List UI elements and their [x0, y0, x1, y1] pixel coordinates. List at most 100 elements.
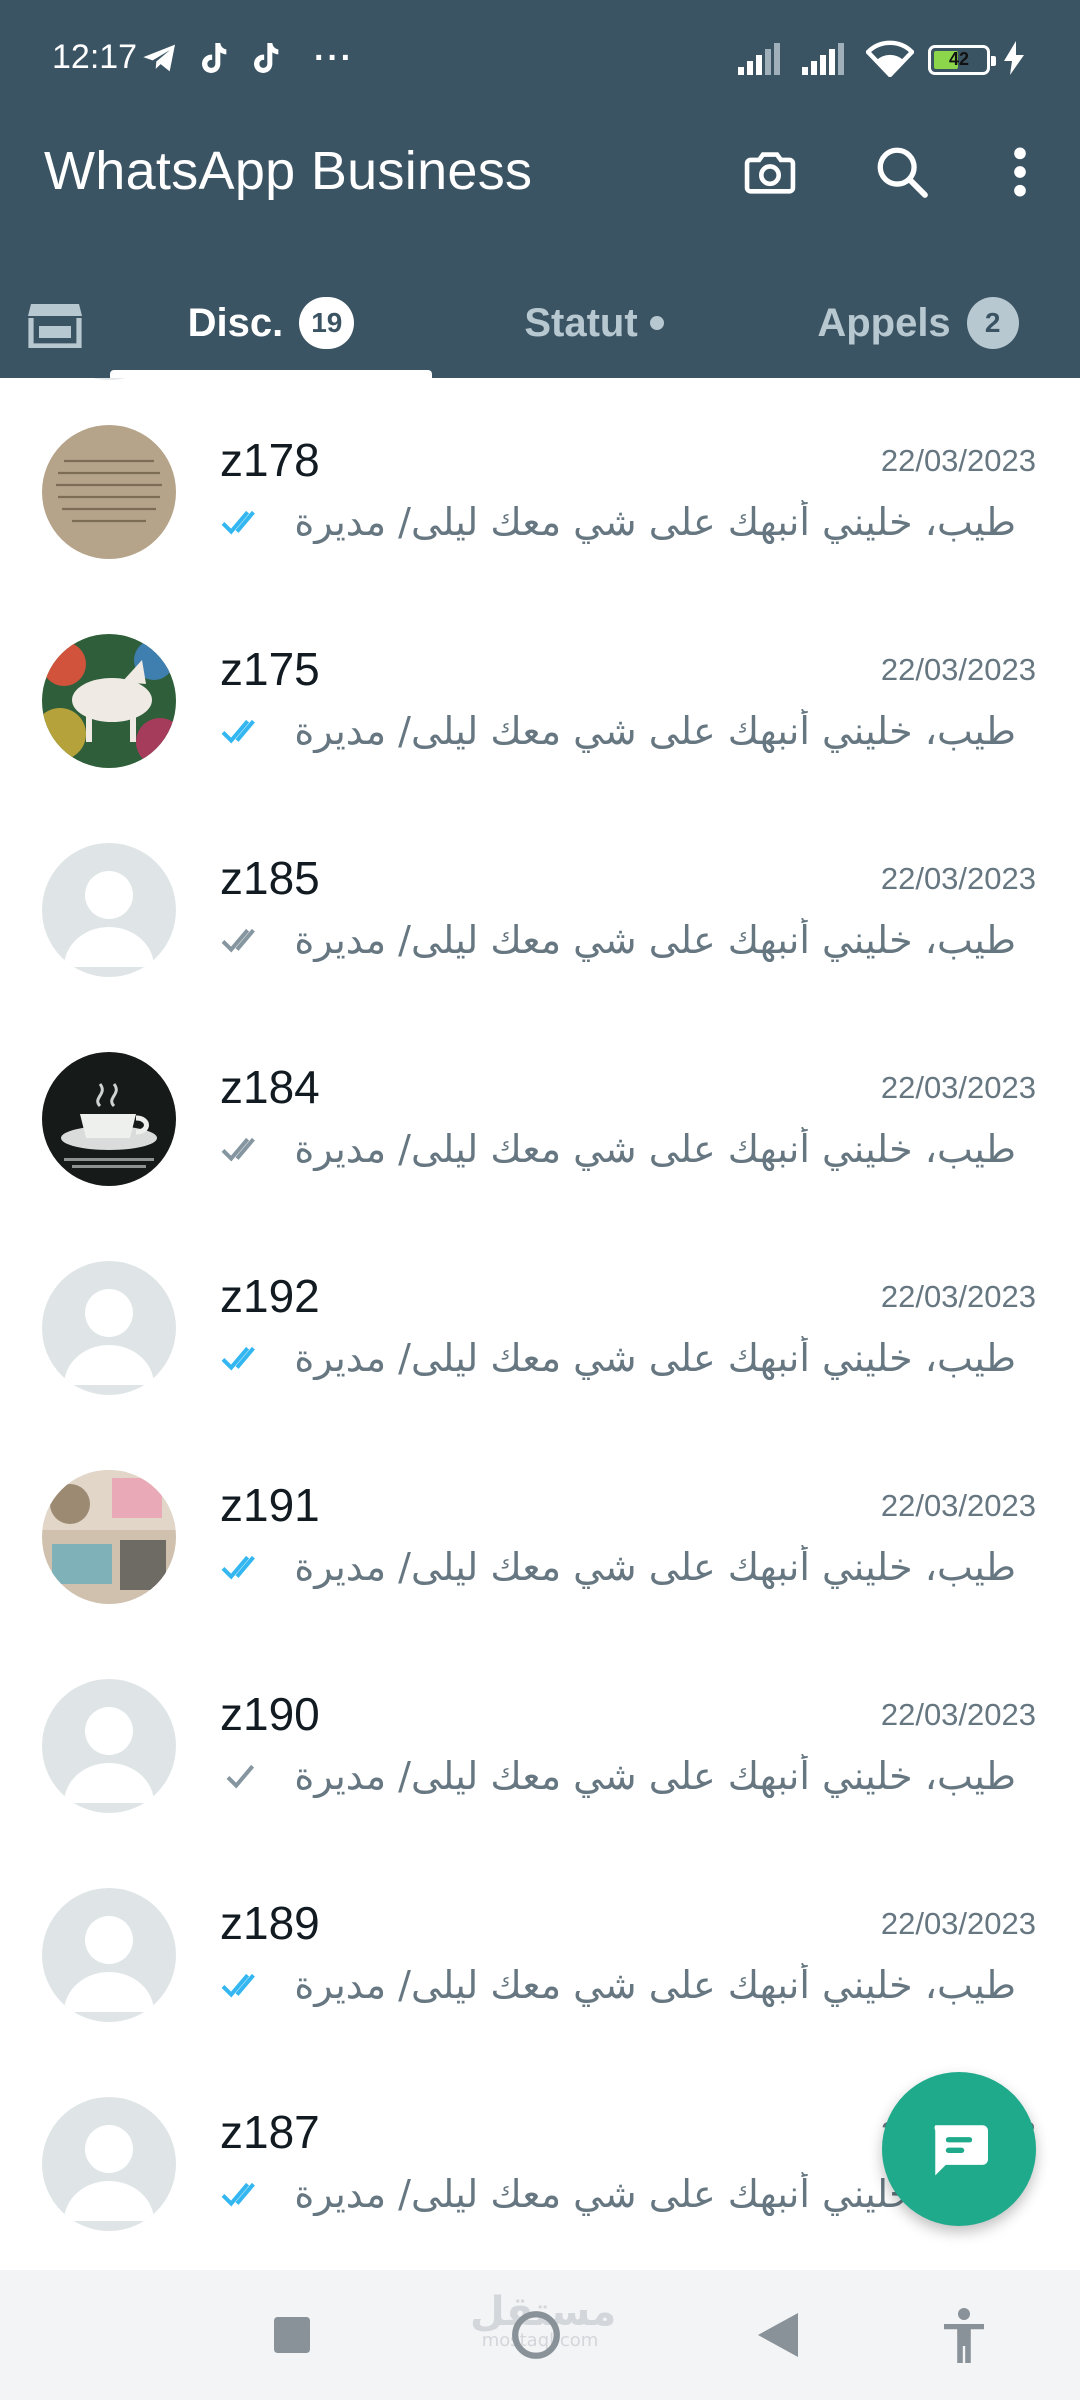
tab-label: Statut — [524, 300, 638, 345]
telegram-icon — [140, 38, 180, 78]
chat-list[interactable]: z178 22/03/2023 طيب، خليني أنبهك على شي مع… — [0, 378, 1080, 2270]
last-message-text: طيب، خليني أنبهك على شي معك ليلى/ مديرة … — [288, 1336, 1016, 1380]
contact-avatar[interactable] — [42, 1470, 176, 1604]
chat-preview: طيب، خليني أنبهك على شي معك ليلى/ مديرة … — [220, 1333, 1016, 1383]
chat-date: 22/03/2023 — [880, 1906, 1036, 1941]
battery-icon: 42 — [928, 45, 996, 75]
double-check-icon — [220, 716, 274, 746]
chat-name: z184 — [220, 1061, 320, 1113]
last-message-text: طيب، خليني أنبهك على شي معك ليلى/ مديرة … — [288, 1754, 1016, 1798]
default-avatar-icon[interactable] — [42, 2097, 176, 2231]
missed-calls-badge: 2 — [966, 297, 1019, 349]
double-check-icon — [220, 507, 274, 537]
status-time: 12:17 — [52, 38, 138, 76]
double-check-icon — [220, 2179, 274, 2209]
app-header: 12:17 ··· 42 WhatsApp Business Disc. 19 … — [0, 0, 1080, 378]
chat-preview: طيب، خليني أنبهك على شي معك ليلى/ مديرة … — [220, 1751, 1016, 1801]
chat-date: 22/03/2023 — [880, 1488, 1036, 1523]
new-status-dot — [649, 316, 664, 330]
signal-icon — [802, 41, 852, 80]
tab-discussions[interactable]: Disc. 19 — [110, 268, 432, 378]
last-message-text: طيب، خليني أنبهك على شي معك ليلى/ مديرة … — [288, 918, 1016, 962]
back-button[interactable] — [738, 2300, 818, 2370]
more-notifications-icon: ··· — [314, 38, 354, 77]
tab-statut[interactable]: Statut — [432, 268, 756, 378]
accessibility-button[interactable] — [924, 2300, 1004, 2370]
chat-name: z191 — [220, 1479, 320, 1531]
chat-row-partial[interactable] — [0, 378, 1080, 417]
double-check-icon — [220, 1970, 274, 2000]
chat-preview: طيب، خليني أنبهك على شي معك ليلى/ مديرة … — [220, 915, 1016, 965]
store-icon[interactable] — [20, 288, 90, 358]
default-avatar-icon[interactable] — [42, 1261, 176, 1395]
chat-row[interactable]: z185 22/03/2023 طيب، خليني أنبهك على شي مع… — [0, 835, 1080, 1044]
wifi-icon — [864, 39, 916, 82]
last-message-text: طيب، خليني أنبهك على شي معك ليلى/ مديرة … — [288, 709, 1016, 753]
home-button[interactable] — [496, 2300, 576, 2370]
chat-row[interactable]: z190 22/03/2023 طيب، خليني أنبهك على شي مع… — [0, 1671, 1080, 1880]
status-notification-icons: ··· — [140, 36, 354, 80]
contact-avatar[interactable] — [42, 425, 176, 559]
chat-preview: طيب، خليني أنبهك على شي معك ليلى/ مديرة … — [220, 1542, 1016, 1592]
app-title: WhatsApp Business — [44, 141, 533, 201]
new-chat-icon — [934, 2125, 988, 2176]
last-message-text: طيب، خليني أنبهك على شي معك ليلى/ مديرة … — [288, 1963, 1016, 2007]
square-icon — [274, 2317, 310, 2353]
chat-row[interactable]: z192 22/03/2023 طيب، خليني أنبهك على شي مع… — [0, 1253, 1080, 1462]
double-check-icon — [220, 1134, 274, 1164]
chat-row[interactable]: z189 22/03/2023 طيب، خليني أنبهك على شي مع… — [0, 1880, 1080, 2089]
double-check-icon — [220, 1552, 274, 1582]
chat-date: 22/03/2023 — [880, 1070, 1036, 1105]
chat-row[interactable]: z175 22/03/2023 طيب، خليني أنبهك على شي مع… — [0, 626, 1080, 835]
camera-icon[interactable] — [738, 140, 802, 204]
status-indicators: 42 — [738, 40, 1024, 80]
last-message-text: طيب، خليني أنبهك على شي معك ليلى/ مديرة … — [288, 500, 1016, 544]
chat-row[interactable]: z184 22/03/2023 طيب، خليني أنبهك على شي مع… — [0, 1044, 1080, 1253]
charging-icon — [1004, 40, 1024, 80]
chat-date: 22/03/2023 — [880, 652, 1036, 687]
chat-name: z187 — [220, 2106, 320, 2158]
chat-name: z189 — [220, 1897, 320, 1949]
chat-name: z178 — [220, 434, 320, 486]
chat-date: 22/03/2023 — [880, 443, 1036, 478]
chat-date: 22/03/2023 — [880, 861, 1036, 896]
chat-preview: طيب، خليني أنبهك على شي معك ليلى/ مديرة … — [220, 1124, 1016, 1174]
new-chat-button[interactable] — [882, 2072, 1036, 2226]
chat-name: z175 — [220, 643, 320, 695]
default-avatar-icon[interactable] — [42, 1888, 176, 2022]
battery-percent: 42 — [948, 49, 970, 69]
chat-name: z190 — [220, 1688, 320, 1740]
tab-bar: Disc. 19 Statut Appels 2 — [0, 268, 1080, 378]
default-avatar-icon[interactable] — [42, 843, 176, 977]
last-message-text: طيب، خليني أنبهك على شي معك ليلى/ مديرة … — [288, 1127, 1016, 1171]
tiktok-icon — [192, 38, 232, 78]
chat-row[interactable]: z191 22/03/2023 طيب، خليني أنبهك على شي مع… — [0, 1462, 1080, 1671]
chat-preview: طيب، خليني أنبهك على شي معك ليلى/ مديرة … — [220, 1960, 1016, 2010]
contact-avatar[interactable] — [42, 634, 176, 768]
contact-avatar[interactable] — [42, 1052, 176, 1186]
chat-row[interactable]: z178 22/03/2023 طيب، خليني أنبهك على شي مع… — [0, 417, 1080, 626]
circle-icon — [512, 2311, 560, 2359]
chat-name: z185 — [220, 852, 320, 904]
single-check-icon — [220, 1761, 274, 1791]
chat-name: z192 — [220, 1270, 320, 1322]
accessibility-icon — [944, 2308, 984, 2363]
system-navigation-bar: مستقل mostaql.com — [0, 2270, 1080, 2400]
recents-button[interactable] — [252, 2300, 332, 2370]
more-vertical-icon[interactable] — [988, 140, 1052, 204]
double-check-icon — [220, 925, 274, 955]
tiktok-icon — [244, 38, 284, 78]
search-icon[interactable] — [870, 140, 934, 204]
double-check-icon — [220, 1343, 274, 1373]
active-tab-indicator — [110, 370, 432, 378]
tab-label: Disc. — [187, 300, 284, 345]
chat-preview: طيب، خليني أنبهك على شي معك ليلى/ مديرة … — [220, 706, 1016, 756]
avatar — [42, 378, 176, 380]
chat-preview: طيب، خليني أنبهك على شي معك ليلى/ مديرة … — [220, 497, 1016, 547]
signal-icon — [738, 41, 788, 80]
unread-count-badge: 19 — [299, 297, 355, 349]
default-avatar-icon[interactable] — [42, 1679, 176, 1813]
chat-date: 22/03/2023 — [880, 1279, 1036, 1314]
tab-label: Appels — [817, 300, 951, 345]
tab-appels[interactable]: Appels 2 — [756, 268, 1080, 378]
